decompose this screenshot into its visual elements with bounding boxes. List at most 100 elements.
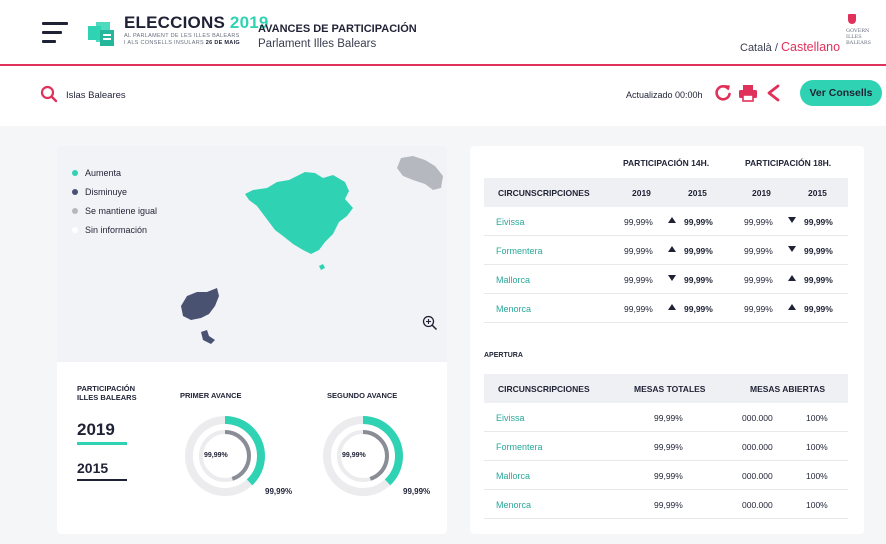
- updated-timestamp: Actualizado 00:00h: [626, 90, 703, 100]
- cell-14h-2015: 99,99%: [684, 275, 713, 285]
- cell-18h-2019: 99,99%: [744, 217, 773, 227]
- legend-dot-icon: [72, 188, 78, 195]
- col-mesas-abiertas: MESAS ABIERTAS: [750, 384, 826, 394]
- lang-catala-link[interactable]: Català: [740, 42, 772, 54]
- col-circunscripciones: CIRCUNSCRIPCIONES: [498, 188, 590, 198]
- legend-item: Aumenta: [72, 163, 157, 182]
- legend-label: Aumenta: [85, 167, 122, 178]
- cell-mesas-totales: 99,99%: [654, 500, 683, 510]
- row-circunscripcion[interactable]: Menorca: [496, 500, 531, 510]
- year-2019-tab[interactable]: 2019: [77, 420, 115, 440]
- elecciones-logo-icon: [88, 22, 114, 46]
- arrow-down-icon: [788, 246, 796, 252]
- refresh-icon[interactable]: [714, 83, 732, 103]
- participation-label-line2: ILLES BALEARS: [77, 393, 137, 402]
- map-island-formentera[interactable]: [201, 330, 215, 344]
- zoom-in-icon[interactable]: [422, 315, 438, 331]
- participation-map-card: Aumenta Disminuye Se mantiene igual Sin inf…: [57, 146, 447, 534]
- page-title: AVANCES DE PARTICIPACIÓN: [258, 23, 417, 35]
- participation-label: PARTICIPACIÓN ILLES BALEARS: [77, 384, 157, 402]
- row-circunscripcion[interactable]: Menorca: [496, 304, 531, 314]
- row-circunscripcion[interactable]: Mallorca: [496, 275, 530, 285]
- share-icon[interactable]: [766, 83, 780, 103]
- col-18h-2019: 2019: [752, 188, 771, 198]
- cell-mesas-abiertas-pct: 100%: [806, 500, 828, 510]
- cell-18h-2015: 99,99%: [804, 275, 833, 285]
- arrow-up-icon: [668, 217, 676, 223]
- row-circunscripcion[interactable]: Eivissa: [496, 217, 525, 227]
- ver-consells-button[interactable]: Ver Consells: [800, 80, 882, 106]
- cell-18h-2019: 99,99%: [744, 275, 773, 285]
- year-2015-tab[interactable]: 2015: [77, 460, 108, 476]
- primer-avance-outer-value: 99,99%: [265, 487, 293, 496]
- col-circunscripciones-apertura: CIRCUNSCRIPCIONES: [498, 384, 590, 394]
- search-icon[interactable]: [40, 85, 58, 103]
- table-row[interactable]: Menorca 99,99% 000.000 100%: [484, 490, 848, 519]
- arrow-up-icon: [788, 304, 796, 310]
- search-input[interactable]: Islas Baleares: [66, 90, 126, 101]
- table-row[interactable]: Eivissa 99,99% 000.000 100%: [484, 403, 848, 432]
- cell-14h-2019: 99,99%: [624, 304, 653, 314]
- col-14h-2015: 2015: [688, 188, 707, 198]
- legend-item: Sin información: [72, 220, 157, 239]
- print-icon[interactable]: [738, 83, 758, 103]
- legend-label: Se mantiene igual: [85, 205, 158, 216]
- group-header-18h: PARTICIPACIÓN 18H.: [745, 158, 832, 168]
- segundo-avance-outer-value: 99,99%: [403, 487, 431, 496]
- col-mesas-totales: MESAS TOTALES: [634, 384, 706, 394]
- cell-mesas-abiertas-pct: 100%: [806, 413, 828, 423]
- arrow-up-icon: [788, 275, 796, 281]
- cell-14h-2015: 99,99%: [684, 217, 713, 227]
- table-header-apertura: CIRCUNSCRIPCIONES MESAS TOTALES MESAS AB…: [484, 374, 848, 403]
- cell-mesas-abiertas-pct: 100%: [806, 471, 828, 481]
- table-row[interactable]: Mallorca 99,99% 99,99% 99,99% 99,99%: [484, 265, 848, 294]
- cell-mesas-totales: 99,99%: [654, 442, 683, 452]
- segundo-avance-label: SEGUNDO AVANCE: [327, 391, 398, 400]
- segundo-avance-inner-value: 99,99%: [342, 452, 366, 459]
- lang-castellano-link[interactable]: Castellano: [781, 40, 840, 54]
- participation-table-card: PARTICIPACIÓN 14H. PARTICIPACIÓN 18H. CI…: [470, 146, 864, 534]
- row-circunscripcion[interactable]: Mallorca: [496, 471, 530, 481]
- legend-item: Disminuye: [72, 182, 157, 201]
- table-row[interactable]: Eivissa 99,99% 99,99% 99,99% 99,99%: [484, 207, 848, 236]
- map-island-ibiza[interactable]: [181, 288, 219, 320]
- map-island-mallorca[interactable]: [245, 172, 353, 254]
- cell-mesas-abiertas: 000.000: [742, 413, 773, 423]
- toolbar: Islas Baleares Actualizado 00:00h Ver Co…: [0, 68, 886, 124]
- govern-crest-icon: [848, 14, 856, 24]
- content-area: Aumenta Disminuye Se mantiene igual Sin inf…: [0, 126, 886, 544]
- legend-item: Se mantiene igual: [72, 201, 157, 220]
- table-row[interactable]: Formentera 99,99% 99,99% 99,99% 99,99%: [484, 236, 848, 265]
- row-circunscripcion[interactable]: Formentera: [496, 246, 543, 256]
- map-panel: Aumenta Disminuye Se mantiene igual Sin inf…: [57, 146, 447, 362]
- legend-dot-icon: [72, 207, 78, 214]
- cell-mesas-abiertas: 000.000: [742, 442, 773, 452]
- table-row[interactable]: Mallorca 99,99% 000.000 100%: [484, 461, 848, 490]
- cell-mesas-totales: 99,99%: [654, 471, 683, 481]
- table-header-participacion: CIRCUNSCRIPCIONES 2019 2015 2019 2015: [484, 178, 848, 207]
- legend-label: Sin información: [85, 224, 148, 235]
- language-switcher: Català / Castellano: [740, 40, 840, 54]
- map-island-menorca[interactable]: [397, 156, 443, 190]
- legend-dot-icon: [72, 226, 78, 233]
- group-header-14h: PARTICIPACIÓN 14H.: [623, 158, 710, 168]
- cell-18h-2019: 99,99%: [744, 246, 773, 256]
- app-header: ELECCIONS 2019 AL PARLAMENT DE LES ILLES…: [0, 0, 886, 66]
- hamburger-menu-icon[interactable]: [42, 22, 68, 44]
- table-row[interactable]: Menorca 99,99% 99,99% 99,99% 99,99%: [484, 294, 848, 323]
- col-14h-2019: 2019: [632, 188, 651, 198]
- page-subtitle: Parlament Illes Balears: [258, 38, 377, 50]
- legend-label: Disminuye: [85, 186, 128, 197]
- map-legend: Aumenta Disminuye Se mantiene igual Sin inf…: [72, 163, 157, 239]
- cell-14h-2015: 99,99%: [684, 304, 713, 314]
- participation-label-line1: PARTICIPACIÓN: [77, 384, 136, 393]
- active-year-underline: [77, 442, 127, 445]
- apertura-section-title: APERTURA: [484, 352, 523, 359]
- arrow-up-icon: [668, 246, 676, 252]
- table-row[interactable]: Formentera 99,99% 000.000 100%: [484, 432, 848, 461]
- row-circunscripcion[interactable]: Formentera: [496, 442, 543, 452]
- row-circunscripcion[interactable]: Eivissa: [496, 413, 525, 423]
- map-island-cabrera[interactable]: [319, 264, 325, 270]
- primer-avance-inner-value: 99,99%: [204, 452, 228, 459]
- cell-mesas-abiertas: 000.000: [742, 500, 773, 510]
